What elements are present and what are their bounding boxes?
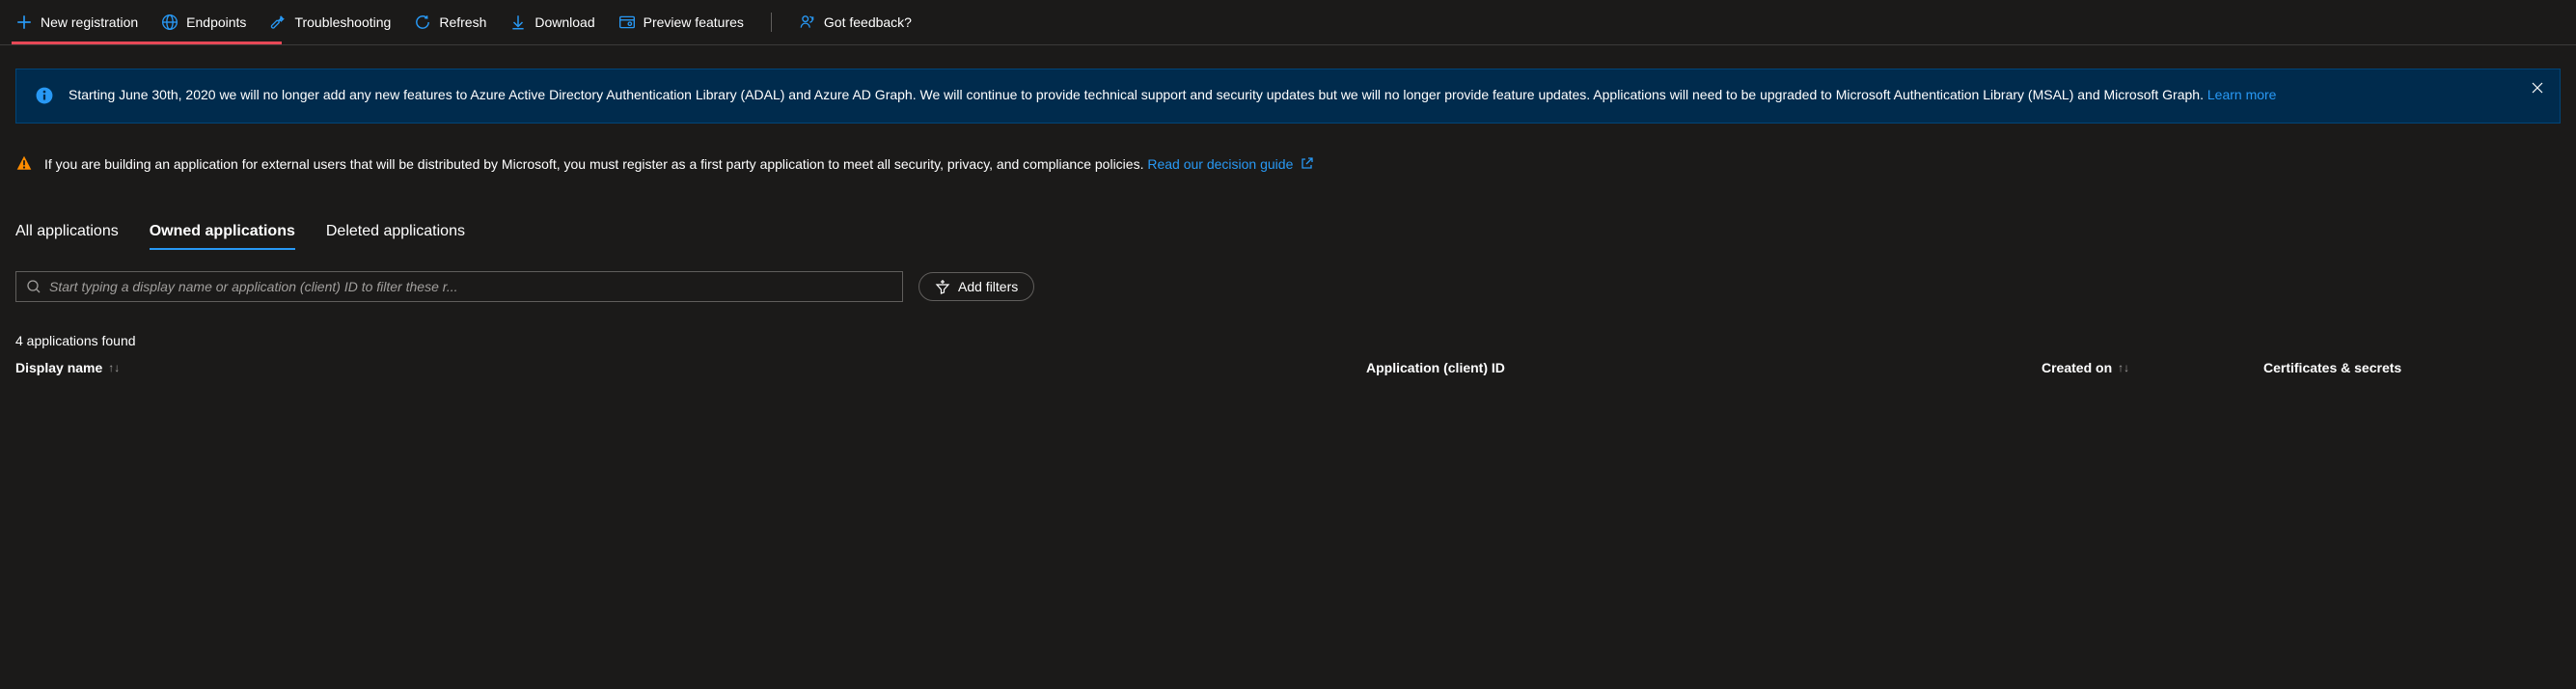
toolbar-label: Endpoints — [186, 14, 246, 30]
column-label: Application (client) ID — [1366, 360, 1505, 375]
add-filters-label: Add filters — [958, 279, 1018, 294]
toolbar-label: Refresh — [439, 14, 486, 30]
sort-icon: ↑↓ — [2118, 361, 2129, 374]
sort-icon: ↑↓ — [108, 361, 120, 374]
plus-icon — [15, 14, 33, 31]
info-icon — [36, 87, 53, 107]
info-banner: Starting June 30th, 2020 we will no long… — [15, 69, 2561, 124]
feedback-button[interactable]: Got feedback? — [799, 8, 912, 37]
tab-all-applications[interactable]: All applications — [15, 215, 119, 248]
tabs: All applications Owned applications Dele… — [15, 215, 2561, 248]
results-count: 4 applications found — [15, 333, 2561, 348]
new-registration-button[interactable]: New registration — [15, 8, 138, 37]
column-label: Certificates & secrets — [2263, 360, 2401, 375]
search-box[interactable] — [15, 271, 903, 302]
column-label: Created on — [2042, 360, 2112, 375]
warning-banner: If you are building an application for e… — [15, 143, 2561, 186]
content-area: Starting June 30th, 2020 we will no long… — [0, 69, 2576, 375]
tab-owned-applications[interactable]: Owned applications — [150, 215, 295, 248]
filter-icon — [935, 279, 950, 294]
warning-text-wrapper: If you are building an application for e… — [44, 156, 1314, 174]
download-icon — [509, 14, 527, 31]
decision-guide-link[interactable]: Read our decision guide — [1147, 156, 1293, 172]
learn-more-link[interactable]: Learn more — [2207, 87, 2277, 102]
external-link-icon — [1301, 156, 1314, 173]
feedback-icon — [799, 14, 816, 31]
toolbar-label: Download — [534, 14, 594, 30]
download-button[interactable]: Download — [509, 8, 594, 37]
search-input[interactable] — [49, 279, 892, 294]
refresh-icon — [414, 14, 431, 31]
toolbar-label: Troubleshooting — [294, 14, 391, 30]
toolbar-label: Got feedback? — [824, 14, 912, 30]
column-certificates[interactable]: Certificates & secrets — [2263, 360, 2561, 375]
search-icon — [26, 279, 41, 294]
column-app-id[interactable]: Application (client) ID — [1366, 360, 2042, 375]
toolbar: New registration Endpoints Troubleshooti… — [0, 0, 2576, 45]
toolbar-label: Preview features — [644, 14, 744, 30]
tab-deleted-applications[interactable]: Deleted applications — [326, 215, 465, 248]
troubleshooting-button[interactable]: Troubleshooting — [269, 8, 391, 37]
add-filters-button[interactable]: Add filters — [918, 272, 1034, 301]
globe-icon — [161, 14, 178, 31]
close-info-button[interactable] — [2531, 81, 2544, 97]
wrench-icon — [269, 14, 287, 31]
close-icon — [2531, 81, 2544, 95]
table-header: Display name ↑↓ Application (client) ID … — [15, 360, 2561, 375]
separator — [771, 13, 772, 32]
endpoints-button[interactable]: Endpoints — [161, 8, 246, 37]
column-display-name[interactable]: Display name ↑↓ — [15, 360, 1366, 375]
filter-row: Add filters — [15, 271, 2561, 302]
toolbar-label: New registration — [41, 14, 138, 30]
column-label: Display name — [15, 360, 102, 375]
refresh-button[interactable]: Refresh — [414, 8, 486, 37]
preview-features-button[interactable]: Preview features — [618, 8, 744, 37]
warning-message-text: If you are building an application for e… — [44, 156, 1143, 172]
preview-icon — [618, 14, 636, 31]
warning-icon — [15, 154, 33, 175]
column-created-on[interactable]: Created on ↑↓ — [2042, 360, 2263, 375]
info-message-text: Starting June 30th, 2020 we will no long… — [69, 87, 2204, 102]
info-text-wrapper: Starting June 30th, 2020 we will no long… — [69, 85, 2540, 105]
